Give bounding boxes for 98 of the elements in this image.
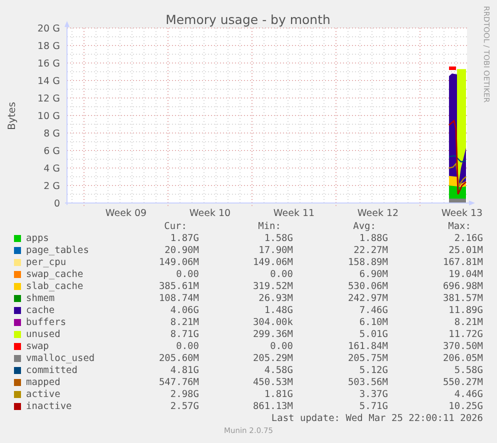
y-tick-label: 20 G — [38, 24, 60, 34]
minimum-value: 319.52M — [252, 280, 293, 292]
current-value: 20.90M — [164, 244, 199, 256]
maximum-value: 19.04M — [448, 268, 483, 280]
y-tick-label: 18 G — [38, 41, 60, 52]
current-value: 8.71G — [169, 328, 199, 340]
current-value: 4.81G — [169, 364, 199, 376]
minimum-value: 1.58G — [263, 232, 293, 244]
current-value: 547.76M — [158, 376, 199, 388]
current-value: 149.06M — [158, 256, 199, 268]
average-value: 22.27M — [352, 244, 388, 256]
maximum-value: 167.81M — [442, 256, 483, 268]
column-header: Avg: — [352, 220, 377, 232]
series-name: mapped — [26, 376, 62, 388]
current-value: 8.21M — [169, 316, 199, 328]
current-value: 2.57G — [169, 400, 199, 412]
y-tick-label: 0 — [54, 198, 60, 210]
current-value: 2.98G — [169, 388, 199, 400]
minimum-value: 17.90M — [258, 244, 293, 256]
y-tick-label: 8 G — [44, 128, 60, 140]
minimum-value: 0.00 — [269, 340, 293, 352]
average-value: 6.10M — [358, 316, 388, 328]
average-value: 5.01G — [358, 328, 388, 340]
series-name: swap — [26, 340, 50, 352]
y-tick-label: 10 G — [38, 111, 60, 122]
average-value: 5.12G — [358, 364, 388, 376]
maximum-value: 11.89G — [448, 304, 483, 316]
y-tick-label: 14 G — [38, 76, 60, 87]
series-name: inactive — [26, 400, 73, 412]
maximum-value: 8.21M — [453, 316, 483, 328]
maximum-value: 696.98M — [442, 280, 483, 292]
y-axis-label: Bytes — [7, 102, 18, 130]
current-value: 0.00 — [175, 268, 199, 280]
average-value: 6.90M — [358, 268, 388, 280]
x-tick-label: Week 13 — [441, 208, 483, 218]
current-value: 108.74M — [158, 292, 199, 304]
series-name: active — [26, 388, 62, 400]
x-tick-label: Week 12 — [357, 208, 399, 218]
average-value: 5.71G — [358, 400, 388, 412]
maximum-value: 4.46G — [453, 388, 483, 400]
maximum-value: 11.72G — [448, 328, 483, 340]
series-name: swap_cache — [26, 268, 84, 280]
current-value: 385.61M — [158, 280, 199, 292]
average-value: 1.88G — [358, 232, 388, 244]
minimum-value: 1.81G — [263, 388, 293, 400]
maximum-value: 2.16G — [453, 232, 483, 244]
series-name: unused — [26, 328, 62, 340]
average-value: 530.06M — [346, 280, 388, 292]
average-value: 242.97M — [346, 292, 388, 304]
current-value: 1.87G — [169, 232, 199, 244]
series-name: per_cpu — [26, 256, 68, 268]
maximum-value: 370.50M — [442, 340, 483, 352]
minimum-value: 450.53M — [252, 376, 293, 388]
minimum-value: 861.13M — [252, 400, 293, 412]
average-value: 503.56M — [346, 376, 388, 388]
column-header: Cur: — [163, 220, 188, 232]
minimum-value: 299.36M — [252, 328, 293, 340]
y-tick-label: 16 G — [38, 58, 60, 70]
average-value: 158.89M — [346, 256, 388, 268]
current-value: 205.60M — [158, 352, 199, 364]
series-name: cache — [26, 304, 56, 316]
series-name: slab_cache — [26, 280, 84, 292]
minimum-value: 4.58G — [263, 364, 293, 376]
minimum-value: 205.29M — [252, 352, 293, 364]
minimum-value: 1.48G — [263, 304, 293, 316]
series-name: vmalloc_used — [26, 352, 96, 364]
maximum-value: 206.05M — [442, 352, 483, 364]
chart-title: Memory usage - by month — [166, 12, 330, 27]
average-value: 3.37G — [358, 388, 388, 400]
maximum-value: 25.01M — [448, 244, 483, 256]
current-value: 4.06G — [169, 304, 199, 316]
y-tick-label: 6 G — [44, 146, 60, 157]
average-value: 7.46G — [358, 304, 388, 316]
series-name: apps — [26, 232, 50, 244]
minimum-value: 304.00k — [252, 316, 293, 328]
last-update-text: Last update: Wed Mar 25 22:00:11 2026 — [270, 413, 484, 425]
maximum-value: 381.57M — [442, 292, 483, 304]
minimum-value: 149.06M — [252, 256, 293, 268]
maximum-value: 550.27M — [442, 376, 483, 388]
y-tick-label: 4 G — [44, 164, 60, 174]
x-tick-label: Week 09 — [105, 208, 147, 218]
average-value: 205.75M — [346, 352, 388, 364]
column-header: Min: — [257, 220, 282, 232]
maximum-value: 5.58G — [453, 364, 483, 376]
current-value: 0.00 — [175, 340, 199, 352]
column-header: Max: — [447, 220, 472, 232]
x-tick-label: Week 11 — [273, 208, 315, 218]
series-name: page_tables — [26, 244, 90, 256]
minimum-value: 26.93M — [258, 292, 293, 304]
minimum-value: 0.00 — [269, 268, 293, 280]
average-value: 161.84M — [346, 340, 388, 352]
series-name: buffers — [26, 316, 68, 328]
series-name: shmem — [26, 292, 56, 304]
series-name: committed — [26, 364, 78, 376]
maximum-value: 10.25G — [448, 400, 483, 412]
y-tick-label: 12 G — [38, 94, 60, 104]
y-tick-label: 2 G — [44, 181, 60, 192]
x-tick-label: Week 10 — [189, 208, 231, 218]
